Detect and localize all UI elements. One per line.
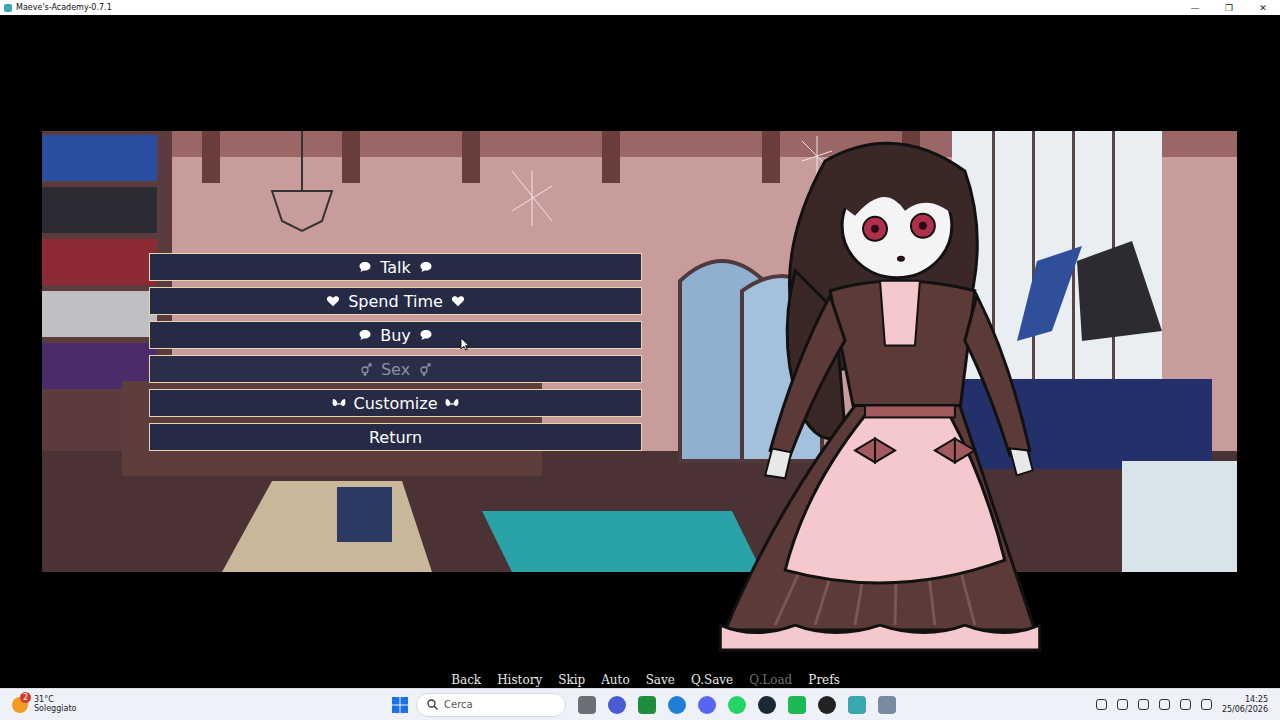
tray-icon[interactable]: [1138, 699, 1149, 710]
windows-logo-icon[interactable]: [392, 697, 408, 713]
tray-icon[interactable]: [1201, 699, 1212, 710]
speech-bubble-icon: [358, 260, 372, 274]
quick-menu-item[interactable]: Back: [451, 673, 481, 687]
app-icon[interactable]: [578, 696, 596, 714]
choice-button[interactable]: Customize: [149, 389, 642, 417]
heart-icon: [451, 294, 465, 308]
tray-icon[interactable]: [1159, 699, 1170, 710]
game-stage: Talk Spend Time Buy Sex Customize Return Back H…: [0, 15, 1280, 688]
clock[interactable]: 14:2525/06/2026: [1222, 695, 1268, 713]
system-tray: 14:2525/06/2026: [1096, 695, 1280, 713]
mouse-cursor-icon: [460, 337, 470, 351]
quick-menu: Back History Skip Auto Save Q.Save Q.Load Prefs: [42, 673, 1237, 688]
shopkeeper-character: [715, 131, 1045, 660]
quick-menu-item[interactable]: Save: [646, 673, 675, 687]
app-icon[interactable]: [638, 696, 656, 714]
time: 14:25: [1245, 695, 1268, 704]
choice-button[interactable]: Spend Time: [149, 287, 642, 315]
app-icon[interactable]: [698, 696, 716, 714]
garment-icon: [445, 396, 459, 410]
app-icon[interactable]: [668, 696, 686, 714]
search-box[interactable]: Cerca: [416, 693, 566, 717]
gender-symbol-icon: [359, 362, 373, 376]
speech-bubble-icon: [358, 328, 372, 342]
window-controls: —❐✕: [1178, 0, 1280, 15]
window-control-button[interactable]: ❐: [1212, 0, 1246, 15]
temperature: 31°C: [34, 696, 76, 705]
quick-menu-item[interactable]: Auto: [601, 673, 629, 687]
window-control-button[interactable]: ✕: [1246, 0, 1280, 15]
choice-menu: Talk Spend Time Buy Sex Customize Return: [149, 253, 642, 451]
heart-icon: [326, 294, 340, 308]
weather-condition: Soleggiato: [34, 705, 76, 714]
date: 25/06/2026: [1222, 705, 1268, 714]
app-icon[interactable]: [818, 696, 836, 714]
quick-menu-item[interactable]: Q.Save: [691, 673, 733, 687]
game-window: Maeve's-Academy-0.7.1 —❐✕ Talk Spend Time Bu…: [0, 0, 1280, 720]
speech-bubble-icon: [419, 328, 433, 342]
title-bar: Maeve's-Academy-0.7.1 —❐✕: [0, 0, 1280, 15]
taskbar: 231°CSoleggiatoCerca14:2525/06/2026: [0, 688, 1280, 720]
app-icon[interactable]: [728, 696, 746, 714]
window-control-button[interactable]: —: [1178, 0, 1212, 15]
choice-button[interactable]: Talk: [149, 253, 642, 281]
app-icon[interactable]: [788, 696, 806, 714]
app-icon[interactable]: [758, 696, 776, 714]
gender-symbol-icon: [418, 362, 432, 376]
tray-icon[interactable]: [1096, 699, 1107, 710]
choice-button[interactable]: Buy: [149, 321, 642, 349]
garment-icon: [332, 396, 346, 410]
tray-icon[interactable]: [1180, 699, 1191, 710]
choice-button[interactable]: Return: [149, 423, 642, 451]
app-icon[interactable]: [878, 696, 896, 714]
speech-bubble-icon: [419, 260, 433, 274]
window-title: Maeve's-Academy-0.7.1: [16, 4, 112, 12]
quick-menu-item: Q.Load: [749, 673, 792, 687]
choice-button: Sex: [149, 355, 642, 383]
app-icon: [4, 4, 12, 12]
scene: Talk Spend Time Buy Sex Customize Return: [42, 131, 1237, 572]
shop-background: [42, 131, 1237, 572]
app-icon[interactable]: [848, 696, 866, 714]
sun-icon: 2: [12, 697, 28, 713]
pinned-apps: [578, 696, 896, 714]
tray-icon[interactable]: [1117, 699, 1128, 710]
quick-menu-item[interactable]: Skip: [558, 673, 585, 687]
quick-menu-item[interactable]: History: [497, 673, 542, 687]
quick-menu-item[interactable]: Prefs: [808, 673, 840, 687]
weather-widget[interactable]: 2 31°CSoleggiato: [0, 696, 392, 714]
app-icon[interactable]: [608, 696, 626, 714]
search-icon: [427, 699, 438, 710]
notification-badge: 2: [20, 692, 31, 703]
